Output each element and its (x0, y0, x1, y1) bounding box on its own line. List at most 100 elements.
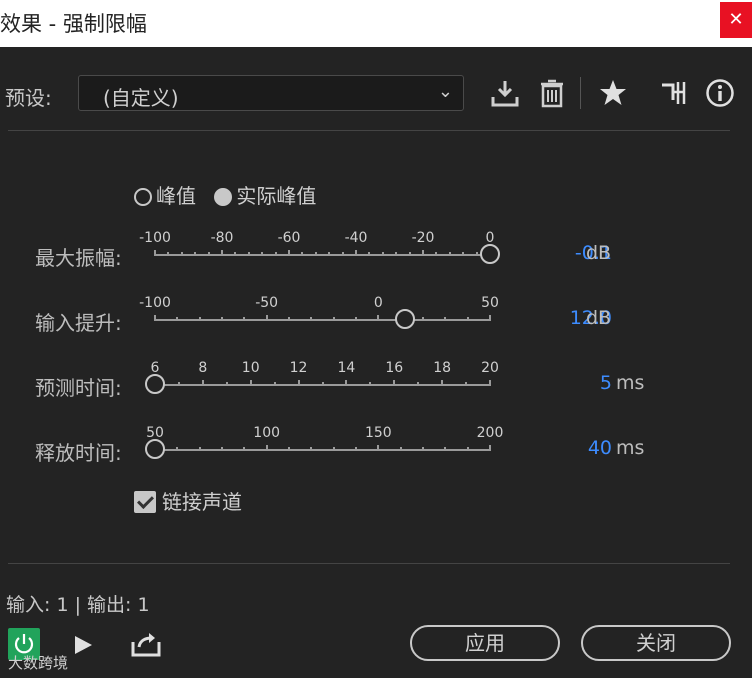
slider-track[interactable] (155, 319, 490, 321)
minor-tick (328, 252, 331, 256)
link-channels-checkbox[interactable] (134, 491, 156, 513)
lookahead-slider[interactable]: 6 8 10 12 14 16 18 20 (145, 360, 499, 396)
tick-label: 18 (433, 360, 452, 376)
minor-tick (261, 252, 264, 256)
preset-dropdown[interactable]: (自定义) ⌄ (78, 75, 464, 111)
tick-label: -40 (344, 230, 368, 246)
apply-button[interactable]: 应用 (410, 625, 560, 661)
minor-tick (310, 447, 313, 451)
minor-tick (198, 447, 201, 451)
tick-label: 100 (253, 425, 281, 441)
slider-knob[interactable] (479, 244, 500, 264)
major-tick (393, 380, 396, 386)
tick-label: -60 (277, 230, 301, 246)
slider-knob[interactable] (145, 439, 165, 459)
max-amplitude-unit: dB (586, 242, 612, 264)
minor-tick (462, 252, 465, 256)
param-max-amplitude: 最大振幅: -100 -80 -60 -40 -20 0 -0.1 dB (0, 230, 752, 292)
minor-tick (422, 317, 424, 321)
major-tick (345, 380, 348, 386)
tick-label: 12 (289, 360, 308, 376)
delete-icon[interactable] (537, 78, 567, 108)
slider-knob[interactable] (395, 309, 416, 329)
preset-value: (自定义) (103, 86, 179, 110)
major-tick (355, 250, 357, 256)
input-boost-slider[interactable]: -100 -50 0 50 (139, 295, 499, 331)
minor-tick (274, 252, 277, 256)
link-channels-label: 链接声道 (162, 490, 242, 514)
major-tick (154, 250, 156, 256)
info-icon[interactable] (705, 78, 735, 108)
release-value[interactable]: 40 (588, 437, 612, 459)
slider-track[interactable] (155, 254, 490, 256)
minor-tick (355, 447, 357, 451)
tick-label: -80 (210, 230, 234, 246)
radio-true-peak[interactable]: 实际峰值 (214, 180, 316, 209)
minor-tick (176, 447, 179, 451)
major-tick (297, 380, 300, 386)
max-amplitude-slider[interactable]: -100 -80 -60 -40 -20 0 (139, 230, 500, 266)
minor-tick (194, 252, 197, 256)
export-icon[interactable] (130, 630, 162, 658)
input-boost-unit: dB (586, 307, 612, 329)
minor-tick (466, 447, 469, 451)
minor-tick (408, 252, 411, 256)
minor-tick (310, 317, 313, 321)
major-tick (249, 380, 252, 386)
tick-label: 150 (364, 425, 392, 441)
major-tick (221, 250, 223, 256)
minor-tick (225, 382, 228, 386)
favorite-star-icon[interactable] (598, 78, 628, 108)
minor-tick (234, 252, 237, 256)
minor-tick (247, 252, 250, 256)
slider-knob[interactable] (145, 374, 165, 394)
close-window-button[interactable]: ✕ (720, 2, 752, 38)
tick-label: 16 (385, 360, 404, 376)
tick-label: 0 (373, 295, 383, 311)
minor-tick (167, 252, 170, 256)
release-label: 释放时间: (35, 441, 122, 465)
minor-tick (422, 447, 424, 451)
save-preset-icon[interactable] (490, 78, 520, 108)
radio-peak-circle[interactable] (134, 188, 152, 206)
close-button[interactable]: 关闭 (581, 625, 731, 661)
link-channels[interactable]: 链接声道 (134, 486, 242, 515)
minor-tick (395, 252, 398, 256)
minor-tick (243, 317, 246, 321)
window-title: 效果 - 强制限幅 (0, 12, 147, 36)
toolbar-separator (580, 77, 581, 109)
param-lookahead: 预测时间: 6 8 10 12 14 16 18 20 5 ms (0, 360, 752, 422)
radio-true-peak-label: 实际峰值 (236, 184, 317, 208)
minor-tick (332, 317, 335, 321)
minor-tick (321, 382, 324, 386)
major-tick (422, 250, 424, 256)
tick-label: 10 (241, 360, 260, 376)
minor-tick (444, 447, 447, 451)
tick-label: 200 (476, 425, 504, 441)
divider-bottom (8, 563, 730, 564)
minor-tick (444, 317, 447, 321)
release-slider[interactable]: 50 100 150 200 (145, 425, 503, 461)
minor-tick (180, 252, 183, 256)
routing-icon[interactable] (660, 78, 690, 108)
minor-tick (243, 447, 246, 451)
radio-true-peak-circle[interactable] (214, 188, 233, 206)
watermark-text: 大数跨境 (8, 654, 69, 672)
major-tick (489, 445, 491, 451)
major-tick (441, 380, 444, 386)
slider-track[interactable] (155, 449, 490, 451)
major-tick (201, 380, 204, 386)
major-tick (288, 250, 290, 256)
minor-tick (465, 382, 468, 386)
play-icon[interactable] (72, 634, 94, 656)
tick-label: -20 (411, 230, 435, 246)
minor-tick (417, 382, 420, 386)
minor-tick (381, 252, 384, 256)
minor-tick (207, 252, 210, 256)
lookahead-value[interactable]: 5 (600, 372, 612, 394)
minor-tick (368, 252, 371, 256)
max-amplitude-label: 最大振幅: (35, 246, 122, 270)
lookahead-unit: ms (616, 372, 645, 394)
minor-tick (221, 447, 223, 451)
radio-peak[interactable]: 峰值 (134, 180, 196, 209)
